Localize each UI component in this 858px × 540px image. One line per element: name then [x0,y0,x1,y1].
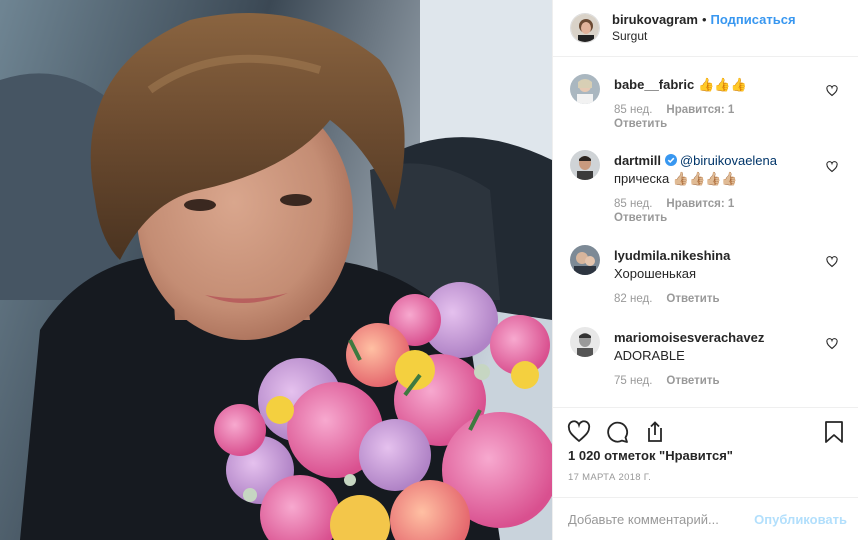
likes-count[interactable]: 1 020 отметок "Нравится" [568,448,733,463]
comment-text: прическа 👍🏼👍🏼👍🏼👍🏼 [614,171,738,186]
commenter-avatar[interactable] [570,245,600,275]
instagram-post: birukovagram • Подписаться Surgut babe__… [0,0,858,540]
author-avatar[interactable] [570,13,600,43]
comment-username[interactable]: mariomoisesverachavez [614,330,764,345]
comment-text: 👍👍👍 [698,77,747,92]
like-comment-heart-icon[interactable] [826,85,838,97]
post-sidebar: birukovagram • Подписаться Surgut babe__… [552,0,858,540]
comment-time[interactable]: 75 нед. [614,375,652,387]
comment-time[interactable]: 82 нед. [614,293,652,305]
comment-likes[interactable]: Нравится: 1 [666,104,734,116]
selfie-with-flowers-image [0,0,552,540]
comment-username[interactable]: lyudmila.nikeshina [614,248,730,263]
comment-input[interactable] [568,511,738,527]
reply-button[interactable]: Ответить [614,117,825,131]
commenter-avatar[interactable] [570,74,600,104]
commenter-avatar[interactable] [570,327,600,357]
comment-username[interactable]: babe__fabric [614,77,694,92]
post-photo[interactable] [0,0,552,540]
comment-time[interactable]: 85 нед. [614,198,652,210]
comment-likes[interactable]: Нравится: 1 [666,198,734,210]
reply-button[interactable]: Ответить [614,211,825,225]
follow-button[interactable]: Подписаться [711,12,796,27]
verified-badge-icon [664,154,677,166]
like-comment-heart-icon[interactable] [826,161,838,173]
like-comment-heart-icon[interactable] [826,338,838,350]
comment-username[interactable]: dartmill [614,153,661,168]
comment-mention[interactable]: @biruikovaelena [680,153,777,168]
like-comment-heart-icon[interactable] [826,256,838,268]
post-date[interactable]: 17 МАРТА 2018 Г. [568,472,651,483]
separator-dot: • [701,12,707,27]
commenter-avatar[interactable] [570,150,600,180]
reply-button[interactable]: Ответить [666,375,719,387]
comment-text: Хорошенькая [614,266,697,281]
author-username[interactable]: birukovagram [612,12,698,27]
post-location[interactable]: Surgut [612,28,796,45]
comment-icon[interactable] [605,420,629,444]
reply-button[interactable]: Ответить [666,293,719,305]
comment-text: ADORABLE [614,348,685,363]
share-icon[interactable] [641,420,665,444]
publish-button[interactable]: Опубликовать [754,512,847,527]
add-comment-bar: Опубликовать [553,497,858,540]
heart-icon[interactable] [567,420,591,444]
bookmark-icon[interactable] [822,420,846,444]
comment-time[interactable]: 85 нед. [614,104,652,116]
post-header: birukovagram • Подписаться Surgut [553,0,858,57]
